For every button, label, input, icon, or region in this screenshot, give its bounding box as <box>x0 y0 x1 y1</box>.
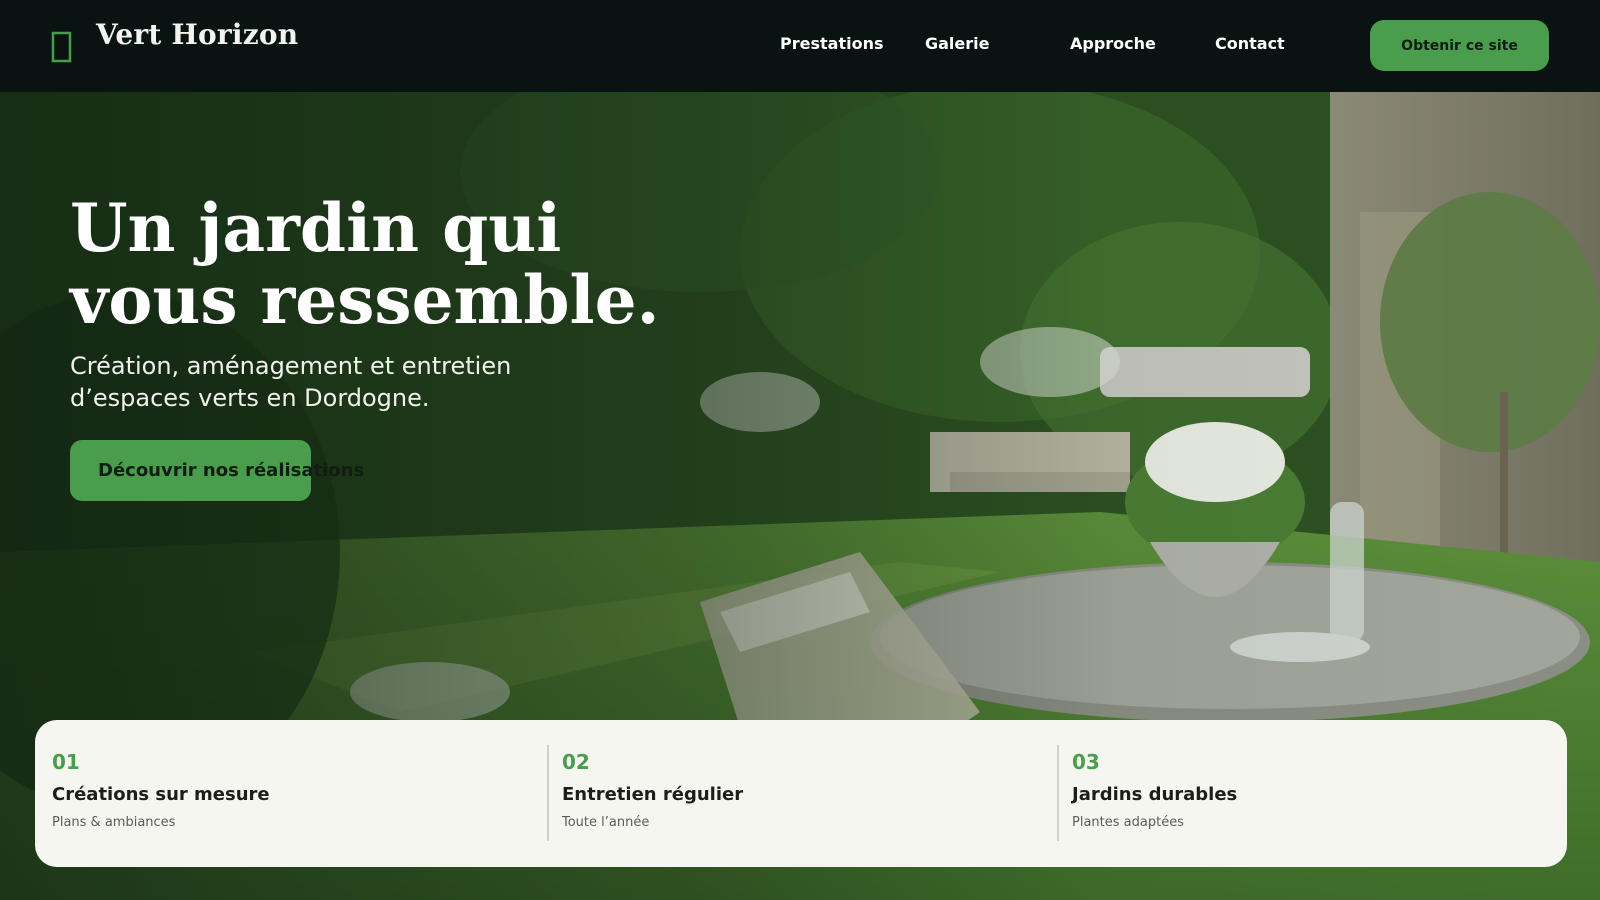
feature-title: Créations sur mesure <box>52 784 270 805</box>
feature-item: 01 Créations sur mesure Plans & ambiance… <box>35 720 535 867</box>
feature-item: 03 Jardins durables Plantes adaptées <box>1055 720 1555 867</box>
get-site-button[interactable]: Obtenir ce site <box>1370 20 1549 71</box>
site-header: Vert Horizon Prestations Galerie Approch… <box>0 0 1600 92</box>
nav-approche[interactable]: Approche <box>1070 34 1156 53</box>
features-card: 01 Créations sur mesure Plans & ambiance… <box>35 720 1567 867</box>
hero-title: Un jardin qui vous ressemble. <box>70 189 660 339</box>
feature-title: Jardins durables <box>1072 784 1238 805</box>
feature-number: 02 <box>562 750 590 774</box>
feature-description: Plans & ambiances <box>52 815 176 830</box>
feature-title: Entretien régulier <box>562 784 744 805</box>
nav-contact[interactable]: Contact <box>1215 34 1285 53</box>
view-projects-button[interactable]: Découvrir nos réalisations <box>70 440 364 501</box>
feature-description: Plantes adaptées <box>1072 815 1184 830</box>
leaf-icon <box>51 31 72 63</box>
hero-subtitle: Création, aménagement et entretien d’esp… <box>70 352 512 412</box>
feature-number: 01 <box>52 750 80 774</box>
nav-prestations[interactable]: Prestations <box>780 34 883 53</box>
feature-number: 03 <box>1072 750 1100 774</box>
feature-description: Toute l’année <box>562 815 650 830</box>
brand-name[interactable]: Vert Horizon <box>96 18 298 51</box>
nav-galerie[interactable]: Galerie <box>925 34 990 53</box>
feature-item: 02 Entretien régulier Toute l’année <box>545 720 1045 867</box>
